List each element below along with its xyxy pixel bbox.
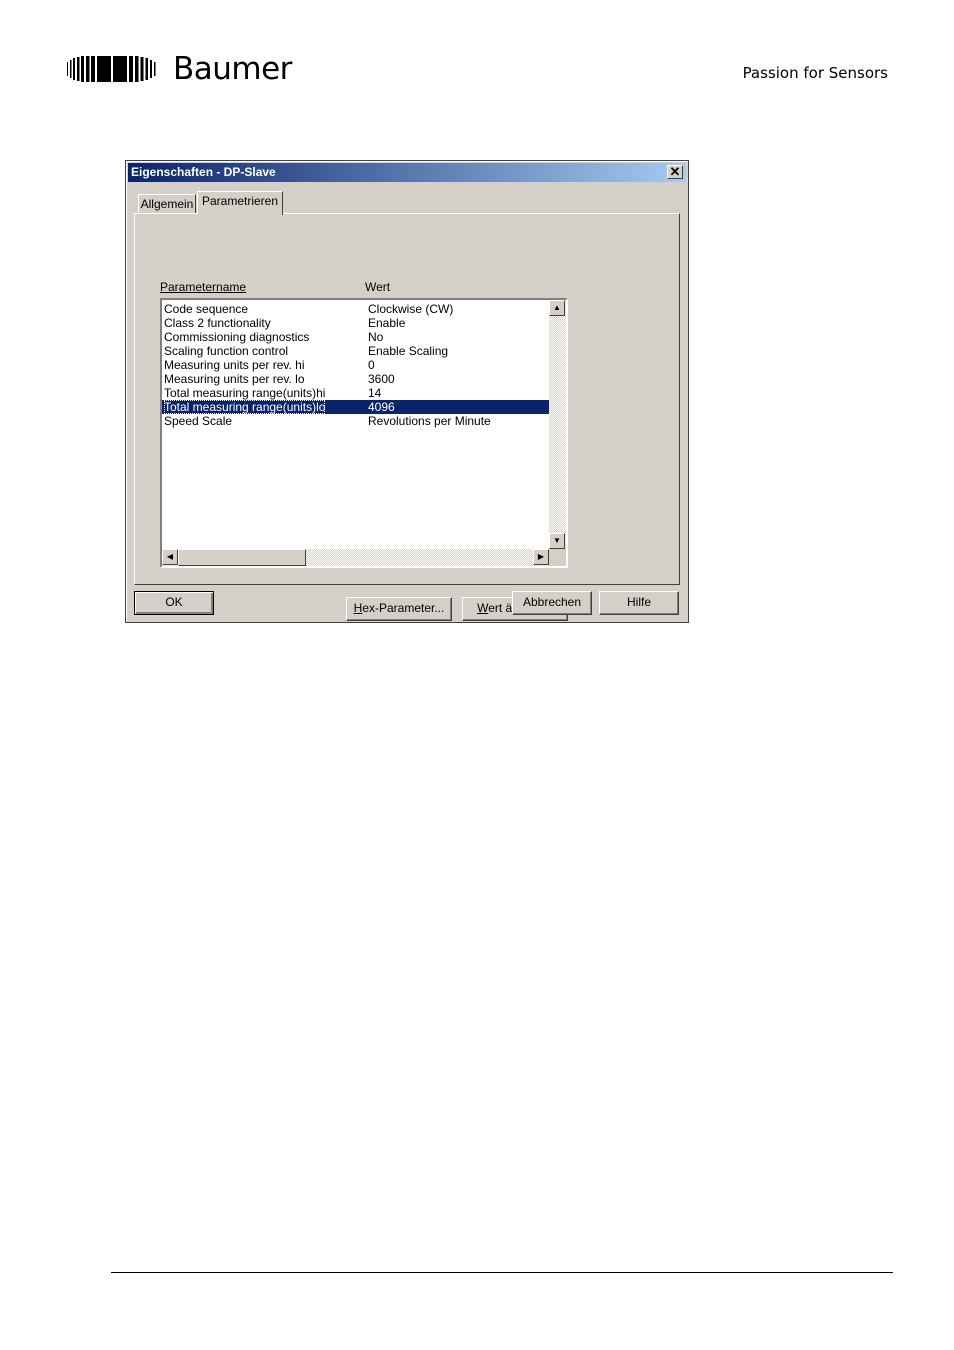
parameter-value: No xyxy=(368,330,384,344)
parameter-row[interactable]: Total measuring range(units)hi 14 xyxy=(162,386,549,400)
scroll-up-button[interactable]: ▲ xyxy=(549,300,565,316)
vertical-scrollbar[interactable]: ▲ ▼ xyxy=(549,300,566,549)
close-button[interactable]: ✕ xyxy=(667,165,683,179)
footer-rule xyxy=(111,1272,893,1273)
parameter-value: Revolutions per Minute xyxy=(368,414,491,428)
dialog-titlebar[interactable]: Eigenschaften - DP-Slave ✕ xyxy=(128,163,686,182)
parameter-value: 0 xyxy=(368,358,375,372)
properties-dialog: Eigenschaften - DP-Slave ✕ Allgemein Par… xyxy=(125,160,689,623)
parameter-name: Scaling function control xyxy=(164,344,289,358)
wert-aendern-accel: W xyxy=(477,601,489,615)
tab-allgemein[interactable]: Allgemein xyxy=(138,194,196,214)
horizontal-scrollbar[interactable]: ◀ ▶ xyxy=(162,549,549,566)
parameter-value: Enable Scaling xyxy=(368,344,449,358)
parameter-row[interactable]: Class 2 functionality Enable xyxy=(162,316,549,330)
close-icon: ✕ xyxy=(669,164,681,179)
parameter-name: Total measuring range(units)lo xyxy=(164,400,326,414)
parameter-rows: Code sequence Clockwise (CW) Class 2 funct… xyxy=(162,302,549,428)
hilfe-button[interactable]: Hilfe xyxy=(599,591,679,615)
scroll-down-button[interactable]: ▼ xyxy=(549,533,565,549)
parameter-value: Enable xyxy=(368,316,406,330)
parameter-name: Commissioning diagnostics xyxy=(164,330,310,344)
parameter-name: Class 2 functionality xyxy=(164,316,271,330)
logo-bars-icon xyxy=(67,56,156,82)
ok-button[interactable]: OK xyxy=(134,591,214,615)
parameter-value: 14 xyxy=(368,386,382,400)
baumer-logo: Baumer xyxy=(67,52,292,86)
parameter-row[interactable]: Scaling function control Enable Scaling xyxy=(162,344,549,358)
parameter-name: Speed Scale xyxy=(164,414,233,428)
scrollbar-corner xyxy=(549,549,566,566)
parameter-name: Total measuring range(units)hi xyxy=(164,386,326,400)
parameter-row[interactable]: Speed Scale Revolutions per Minute xyxy=(162,414,549,428)
parameter-row[interactable]: Commissioning diagnostics No xyxy=(162,330,549,344)
tagline: Passion for Sensors xyxy=(742,64,888,82)
dialog-title: Eigenschaften - DP-Slave xyxy=(131,165,276,179)
parameter-list[interactable]: Code sequence Clockwise (CW) Class 2 funct… xyxy=(160,298,568,568)
tab-parametrieren[interactable]: Parametrieren xyxy=(197,191,283,215)
tab-allgemein-label: Allgemein xyxy=(140,197,194,211)
column-header-wert: Wert xyxy=(365,280,391,294)
parameter-value: 4096 xyxy=(368,400,395,414)
parameter-value: Clockwise (CW) xyxy=(368,302,454,316)
tab-parametrieren-label: Parametrieren xyxy=(201,194,279,208)
arrow-left-icon: ◀ xyxy=(166,552,174,561)
parameter-row[interactable]: Total measuring range(units)lo 4096 xyxy=(162,400,549,414)
horizontal-scroll-thumb[interactable] xyxy=(178,549,306,566)
brand-name: Baumer xyxy=(173,51,292,87)
abbrechen-button[interactable]: Abbrechen xyxy=(512,591,592,615)
column-header-parametername[interactable]: Parametername xyxy=(160,280,246,294)
arrow-down-icon: ▼ xyxy=(553,536,561,545)
scroll-left-button[interactable]: ◀ xyxy=(162,549,178,565)
parameter-name: Measuring units per rev. hi xyxy=(164,358,305,372)
tab-panel-parametrieren: Parametername Wert Code sequence Clockwis… xyxy=(134,213,680,621)
hex-parameter-label: ex-Parameter... xyxy=(362,601,445,615)
hex-parameter-accel: H xyxy=(353,601,363,615)
arrow-up-icon: ▲ xyxy=(553,303,561,312)
arrow-right-icon: ▶ xyxy=(537,552,545,561)
parameter-value: 3600 xyxy=(368,372,395,386)
scroll-right-button[interactable]: ▶ xyxy=(533,549,549,565)
column-header-name-label: Parametername xyxy=(160,280,247,294)
parameter-row[interactable]: Measuring units per rev. lo 3600 xyxy=(162,372,549,386)
parameter-row[interactable]: Code sequence Clockwise (CW) xyxy=(162,302,549,316)
parameter-name: Measuring units per rev. lo xyxy=(164,372,305,386)
hex-parameter-button[interactable]: Hex-Parameter... xyxy=(346,597,452,621)
parameter-row[interactable]: Measuring units per rev. hi 0 xyxy=(162,358,549,372)
parameter-name: Code sequence xyxy=(164,302,249,316)
